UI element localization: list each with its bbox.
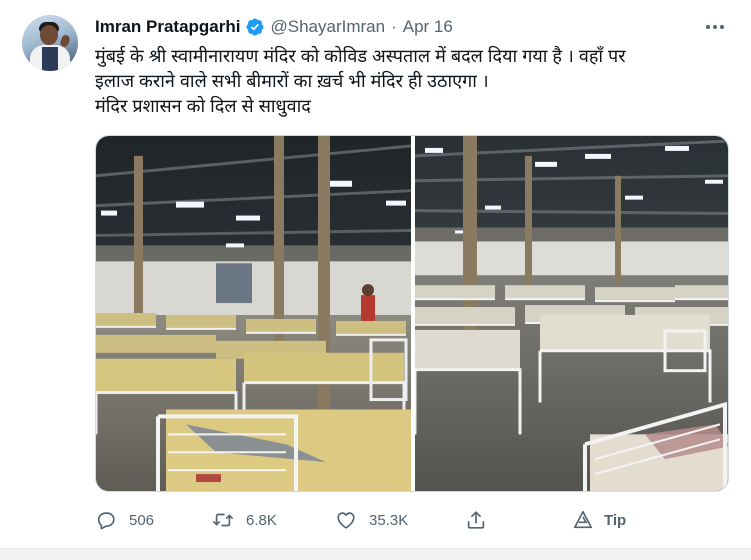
retweet-button[interactable]: 6.8K xyxy=(212,505,277,535)
retweet-count: 6.8K xyxy=(246,511,277,529)
avatar-face xyxy=(40,25,58,45)
verified-badge-icon xyxy=(245,18,264,36)
tweet-card[interactable]: Imran Pratapgarhi @ShayarImran · Apr 16 … xyxy=(0,0,751,560)
share-button[interactable] xyxy=(465,505,487,535)
hospital-ward-photo-icon xyxy=(415,136,728,491)
avatar-vest xyxy=(42,47,58,71)
header-separator: · xyxy=(391,17,397,36)
hospital-ward-photo-icon xyxy=(96,136,411,491)
tip-label: Tip xyxy=(604,511,627,529)
author-name[interactable]: Imran Pratapgarhi xyxy=(95,17,241,37)
tweet-text-line: इलाज कराने वाले सभी बीमारों का ख़र्च भी … xyxy=(95,71,489,91)
reply-icon xyxy=(97,512,115,530)
heart-icon xyxy=(337,512,355,529)
more-dot xyxy=(720,25,724,29)
retweet-icon xyxy=(213,513,233,527)
timeline-divider xyxy=(0,548,751,560)
tweet-header: Imran Pratapgarhi @ShayarImran · Apr 16 xyxy=(95,16,453,38)
reply-button[interactable]: 506 xyxy=(95,505,154,535)
media-photo-left[interactable] xyxy=(96,136,411,491)
tweet-actions: 506 6.8K 35.3K Tip xyxy=(95,505,695,535)
avatar-hand xyxy=(59,33,71,49)
tweet-date[interactable]: Apr 16 xyxy=(403,17,453,37)
tweet-text: मुंबई के श्री स्वामीनारायण मंदिर को कोवि… xyxy=(95,44,725,119)
media-photo-right[interactable] xyxy=(415,136,728,491)
tip-button[interactable]: Tip xyxy=(572,505,626,535)
more-dot xyxy=(706,25,710,29)
author-handle[interactable]: @ShayarImran xyxy=(271,17,386,37)
reply-count: 506 xyxy=(129,511,155,529)
like-count: 35.3K xyxy=(369,511,409,529)
like-button[interactable]: 35.3K xyxy=(335,505,408,535)
more-dot xyxy=(713,25,717,29)
author-avatar[interactable] xyxy=(22,15,78,71)
share-icon xyxy=(467,511,485,529)
tip-icon xyxy=(573,510,593,529)
tweet-text-line: मंदिर प्रशासन को दिल से साधुवाद xyxy=(95,96,311,116)
tweet-text-line: मुंबई के श्री स्वामीनारायण मंदिर को कोवि… xyxy=(95,46,626,66)
more-options-icon[interactable] xyxy=(703,16,727,38)
tweet-media xyxy=(95,135,729,492)
